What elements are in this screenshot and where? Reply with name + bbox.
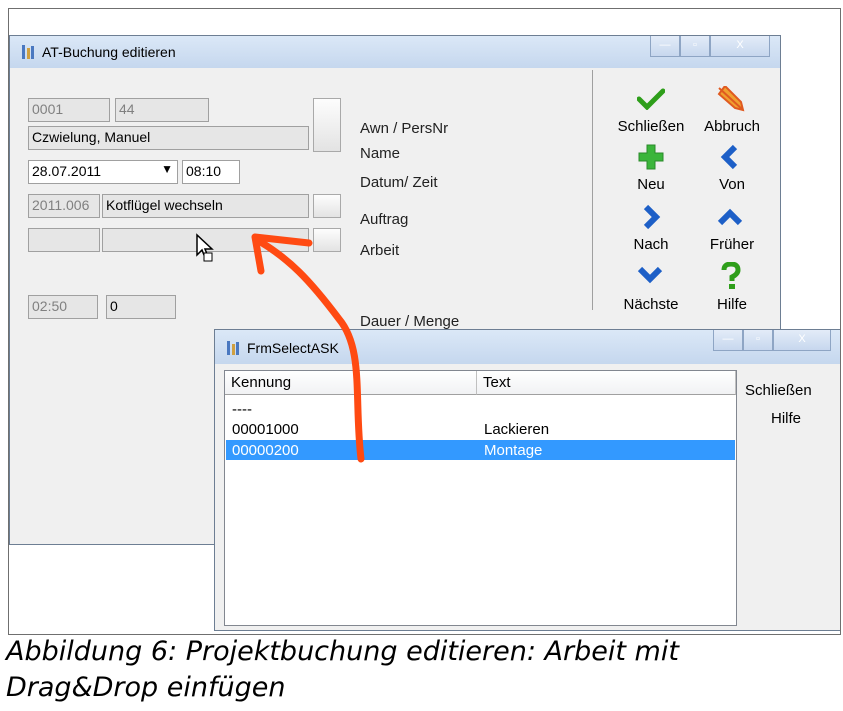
hand-cursor-icon	[196, 233, 214, 262]
figure-caption-line-2: Drag&Drop einfügen	[6, 672, 286, 703]
drag-arrow-annotation	[251, 233, 365, 463]
screenshot-frame: AT-Buchung editieren — ▫ X 0001 44 Czwie…	[8, 8, 841, 635]
figure-caption-line-1: Abbildung 6: Projektbuchung editieren: A…	[6, 636, 679, 667]
